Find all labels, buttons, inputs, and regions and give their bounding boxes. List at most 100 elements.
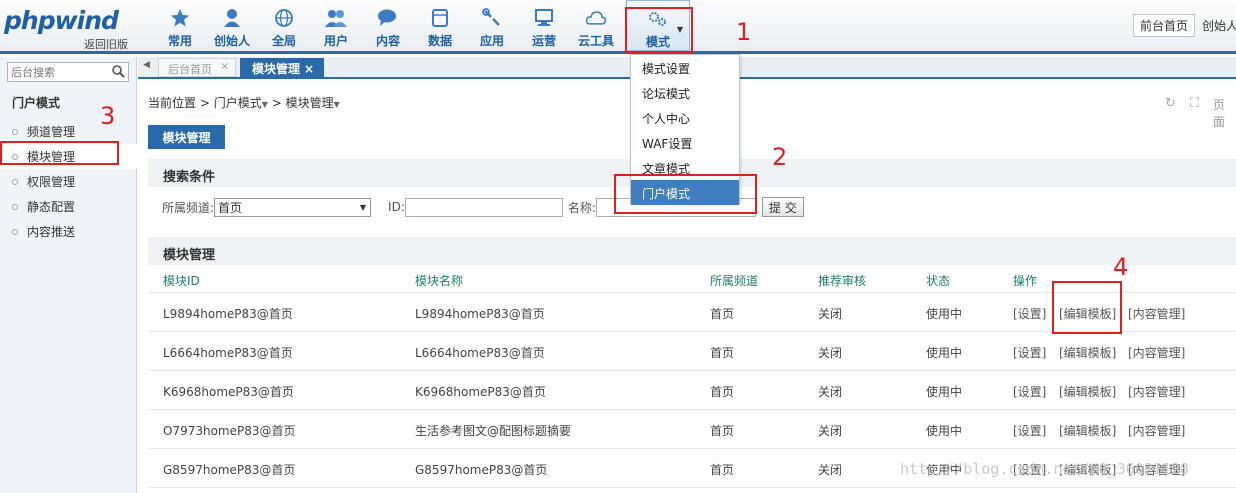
nav-global[interactable]: 全局: [258, 0, 310, 51]
settings-link[interactable]: [设置]: [1013, 344, 1046, 361]
nav-label: 用户: [323, 34, 348, 48]
sidebar-item-static[interactable]: 静态配置: [0, 194, 137, 219]
logo[interactable]: phpwind: [4, 6, 119, 35]
edit-template-link[interactable]: [编辑模板]: [1059, 383, 1116, 400]
col-header: 操作: [1013, 274, 1038, 288]
nav-data[interactable]: 数据: [414, 0, 466, 51]
module-manage-button[interactable]: 模块管理: [148, 125, 225, 149]
menu-item-waf-settings[interactable]: WAF设置: [631, 130, 739, 155]
nav-apps[interactable]: 应用: [466, 0, 518, 51]
users-icon: [325, 7, 347, 29]
bullet-icon: [12, 128, 18, 135]
close-icon[interactable]: ×: [304, 62, 314, 76]
top-header: phpwind 返回旧版 常用 创始人 全局 用户 内容 数据 应用 运营 云工…: [0, 0, 1236, 54]
chevron-down-icon[interactable]: ▼: [262, 100, 268, 109]
chevron-left-icon[interactable]: ◀: [143, 60, 150, 70]
nav-common[interactable]: 常用: [154, 0, 206, 51]
close-icon[interactable]: ×: [221, 61, 229, 72]
page-tools: ↻ ⛶ 页面: [1165, 96, 1236, 130]
content-manage-link[interactable]: [内容管理]: [1128, 305, 1185, 322]
user-name[interactable]: 创始人: [1202, 17, 1236, 34]
module-id: O7973homeP83@首页: [163, 424, 296, 438]
module-channel: 首页: [710, 346, 735, 360]
submit-button[interactable]: 提 交: [761, 197, 804, 217]
annotation-box-2: [614, 174, 757, 214]
table-row: K6968homeP83@首页 K6968homeP83@首页 首页 关闭 使用…: [148, 371, 1236, 410]
module-name: K6968homeP83@首页: [415, 385, 546, 399]
nav-content[interactable]: 内容: [362, 0, 414, 51]
menu-item-mode-settings[interactable]: 模式设置: [631, 55, 739, 80]
module-channel: 首页: [710, 463, 735, 477]
module-review: 关闭: [818, 385, 843, 399]
col-header: 状态: [926, 274, 951, 288]
sidebar-item-label: 频道管理: [27, 125, 76, 139]
watermark: http://blog.csdn.net/m0_36021128: [900, 460, 1189, 478]
module-status: 使用中: [926, 424, 963, 438]
content-manage-link[interactable]: [内容管理]: [1128, 383, 1185, 400]
back-to-old-version-link[interactable]: 返回旧版: [84, 36, 128, 52]
settings-link[interactable]: [设置]: [1013, 305, 1046, 322]
nav-founder[interactable]: 创始人: [206, 0, 258, 51]
tab-home[interactable]: 后台首页 ×: [158, 58, 236, 77]
annotation-number-4: 4: [1113, 253, 1129, 281]
chevron-down-icon: ▼: [359, 202, 367, 212]
content-manage-link[interactable]: [内容管理]: [1128, 344, 1185, 361]
channel-label: 所属频道:: [162, 200, 215, 215]
nav-label: 全局: [271, 34, 296, 48]
nav-label: 数据: [427, 34, 452, 48]
refresh-icon[interactable]: ↻: [1165, 96, 1176, 130]
sidebar-item-permission[interactable]: 权限管理: [0, 169, 137, 194]
table-row: O7973homeP83@首页 生活参考图文@配图标题摘要 首页 关闭 使用中 …: [148, 410, 1236, 449]
id-input[interactable]: [404, 197, 563, 217]
nav-label: 运营: [531, 34, 556, 48]
chevron-down-icon[interactable]: ▼: [334, 100, 340, 109]
channel-select[interactable]: 首页 ▼: [214, 197, 372, 217]
col-header: 推荐审核: [818, 274, 867, 288]
channel-value: 首页: [218, 200, 243, 215]
edit-template-link[interactable]: [编辑模板]: [1059, 422, 1116, 439]
module-channel: 首页: [710, 424, 735, 438]
frontpage-button[interactable]: 前台首页: [1133, 14, 1196, 37]
nav-operations[interactable]: 运营: [518, 0, 570, 51]
menu-item-forum-mode[interactable]: 论坛模式: [631, 80, 739, 105]
annotation-box-4: [1052, 281, 1122, 334]
edit-template-link[interactable]: [编辑模板]: [1059, 344, 1116, 361]
breadcrumb-sep: >: [199, 96, 210, 110]
annotation-number-3: 3: [100, 102, 116, 130]
sidebar-item-push[interactable]: 内容推送: [0, 219, 137, 244]
nav-label: 应用: [479, 34, 504, 48]
settings-link[interactable]: [设置]: [1013, 383, 1046, 400]
nav-cloud-tools[interactable]: 云工具: [570, 0, 622, 51]
module-id: K6968homeP83@首页: [163, 385, 294, 399]
sidebar-title: 门户模式: [12, 96, 61, 110]
nav-label: 常用: [167, 34, 192, 48]
module-id: L6664homeP83@首页: [163, 346, 293, 360]
breadcrumb-portal-mode[interactable]: 门户模式: [214, 96, 262, 110]
settings-link[interactable]: [设置]: [1013, 422, 1046, 439]
cloud-icon: [585, 7, 607, 29]
sidebar-search: [7, 62, 129, 82]
module-id: L9894homeP83@首页: [163, 307, 293, 321]
menu-item-personal-center[interactable]: 个人中心: [631, 105, 739, 130]
monitor-icon: [533, 7, 555, 29]
sidebar-list: 频道管理 模块管理 权限管理 静态配置 内容推送: [0, 119, 137, 244]
breadcrumb-module-manage[interactable]: 模块管理: [286, 96, 334, 110]
tab-module-manage[interactable]: 模块管理 ×: [240, 58, 324, 79]
database-icon: [429, 7, 451, 29]
module-channel: 首页: [710, 385, 735, 399]
content-manage-link[interactable]: [内容管理]: [1128, 422, 1185, 439]
star-icon: [169, 7, 191, 29]
sidebar-item-label: 权限管理: [27, 175, 76, 189]
annotation-number-1: 1: [736, 18, 752, 46]
nav-users[interactable]: 用户: [310, 0, 362, 51]
bullet-icon: [12, 203, 18, 210]
fullscreen-icon[interactable]: ⛶: [1190, 96, 1199, 130]
id-label: ID:: [388, 200, 405, 214]
module-channel: 首页: [710, 307, 735, 321]
bullet-icon: [12, 228, 18, 235]
search-icon[interactable]: [112, 65, 125, 81]
search-input[interactable]: [8, 63, 108, 81]
module-review: 关闭: [818, 424, 843, 438]
person-icon: [221, 7, 243, 29]
breadcrumb-prefix: 当前位置: [148, 96, 197, 110]
